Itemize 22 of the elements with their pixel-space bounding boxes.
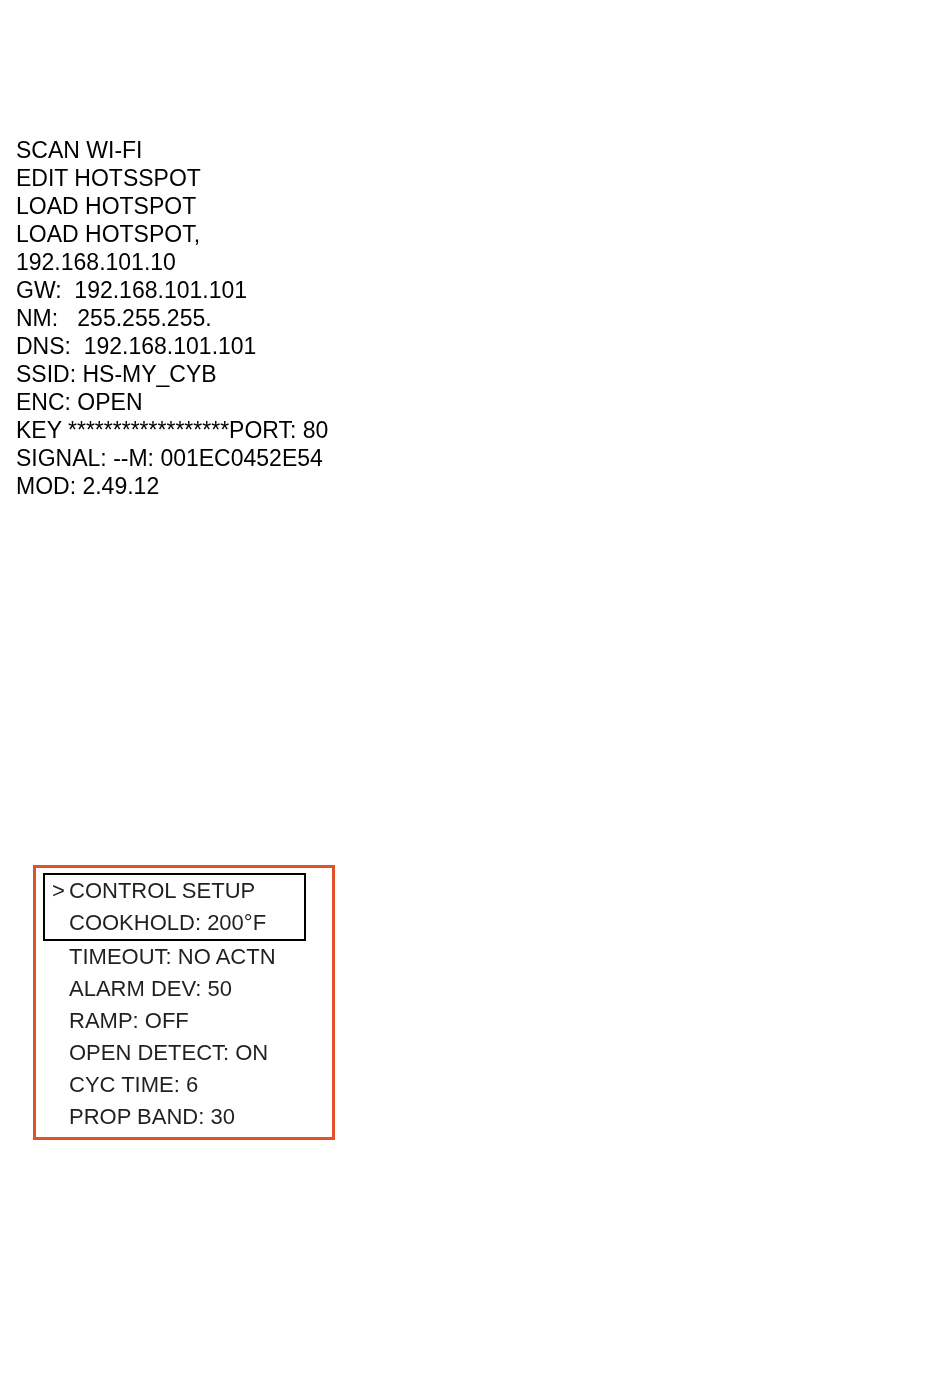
- menu-item[interactable]: OPEN DETECT: ON: [69, 1037, 269, 1069]
- menu-item[interactable]: CYC TIME: 6: [69, 1069, 199, 1101]
- screen-text-line: LOAD HOTSPOT,: [16, 220, 201, 248]
- screen-text-line: DNS: 192.168.101.101: [16, 332, 257, 360]
- screen-text-line: MOD: 2.49.12: [16, 472, 160, 500]
- menu-item[interactable]: CONTROL SETUP: [69, 875, 256, 907]
- screen-text-line: SSID: HS-MY_CYB: [16, 360, 217, 388]
- screen-text-line: SIGNAL: --M: 001EC0452E54: [16, 444, 323, 472]
- selection-cursor: >: [52, 877, 65, 905]
- menu-item[interactable]: TIMEOUT: NO ACTN: [69, 941, 276, 973]
- screen-text-line: 192.168.101.10: [16, 248, 176, 276]
- menu-item[interactable]: PROP BAND: 30: [69, 1101, 235, 1133]
- screen-text-line: KEY ******************PORT: 80: [16, 416, 329, 444]
- menu-item[interactable]: RAMP: OFF: [69, 1005, 189, 1037]
- screen-text-line: NM: 255.255.255.: [16, 304, 212, 332]
- menu-item[interactable]: COOKHOLD: 200°F: [69, 907, 267, 939]
- screen-text-line: ENC: OPEN: [16, 388, 143, 416]
- screen-text-line: EDIT HOTSSPOT: [16, 164, 201, 192]
- screen-text-line: LOAD HOTSPOT: [16, 192, 197, 220]
- screen-text-line: GW: 192.168.101.101: [16, 276, 248, 304]
- screen-text-line: SCAN WI-FI: [16, 136, 143, 164]
- menu-item[interactable]: ALARM DEV: 50: [69, 973, 233, 1005]
